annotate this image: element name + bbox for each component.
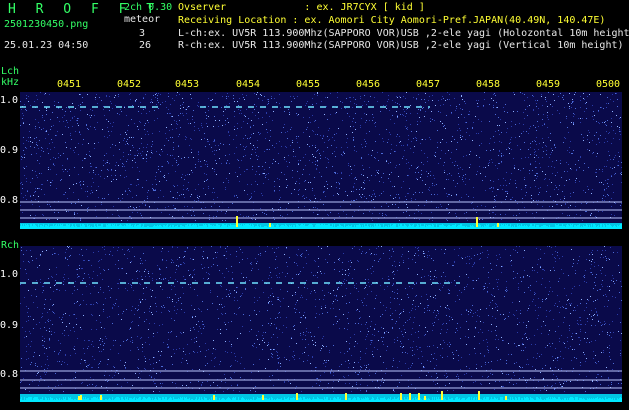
meteor-echo-marker [80, 395, 82, 400]
time-tick: 0458 [476, 79, 501, 90]
time-tick: 0453 [175, 79, 200, 90]
meteor-echo-marker [269, 223, 271, 227]
meteor-echo-marker [100, 395, 102, 400]
rch-spectrogram [20, 246, 622, 402]
meteor-echo-marker [400, 393, 402, 400]
time-tick: 0456 [356, 79, 381, 90]
timestamp: 25.01.23 04:50 [4, 40, 89, 51]
meteor-echo-marker [478, 391, 480, 400]
lch-spectrogram-canvas [20, 92, 622, 229]
meteor-echo-marker [497, 223, 499, 227]
lch-ytick-1: 1.0 [0, 95, 19, 106]
observer-info: Ovserver : ex. JR7CYX [ kid ] [178, 2, 425, 13]
time-tick: 0455 [296, 79, 321, 90]
rch-spectrogram-canvas [20, 246, 622, 402]
rch-ytick-3: 0.8 [0, 369, 19, 380]
file-name: 2501230450.png [4, 19, 89, 30]
unit-label: kHz [1, 77, 20, 88]
time-tick: 0459 [536, 79, 561, 90]
meteor-echo-marker [505, 396, 507, 400]
lch-ytick-3: 0.8 [0, 195, 19, 206]
rch-count: 26 [139, 40, 152, 51]
lch-ytick-2: 0.9 [0, 145, 19, 156]
time-tick: 0500 [596, 79, 621, 90]
meteor-echo-marker [409, 393, 411, 400]
lch-receiver-info: L-ch:ex. UV5R 113.900Mhz(SAPPORO VOR)USB… [178, 28, 629, 39]
meteor-echo-marker [78, 396, 80, 400]
rch-label: Rch [1, 240, 20, 251]
meteor-echo-marker [418, 393, 420, 400]
meteor-echo-marker [345, 393, 347, 400]
meteor-echo-marker [262, 395, 264, 400]
meteor-echo-marker [441, 391, 443, 400]
rch-receiver-info: R-ch:ex. UV5R 113.900Mhz(SAPPORO VOR)USB… [178, 40, 624, 51]
lch-label: Lch [1, 66, 20, 77]
time-tick: 0454 [236, 79, 261, 90]
meteor-echo-marker [296, 393, 298, 400]
lch-count: 3 [139, 28, 146, 39]
rch-ytick-1: 1.0 [0, 269, 19, 280]
time-tick: 0451 [57, 79, 82, 90]
detection-type: meteor [124, 14, 161, 25]
version-label: 2ch 0.30 [124, 2, 173, 13]
meteor-echo-marker [424, 396, 426, 400]
meteor-echo-marker [213, 395, 215, 400]
meteor-echo-marker [236, 216, 238, 227]
time-tick: 0457 [416, 79, 441, 90]
rch-ytick-2: 0.9 [0, 320, 19, 331]
meteor-echo-marker [476, 217, 478, 227]
time-tick: 0452 [117, 79, 142, 90]
noise-layer [20, 246, 622, 392]
lch-spectrogram [20, 92, 622, 229]
signal-strength-bars [20, 391, 622, 402]
location-info: Receiving Location : ex. Aomori City Aom… [178, 15, 606, 26]
